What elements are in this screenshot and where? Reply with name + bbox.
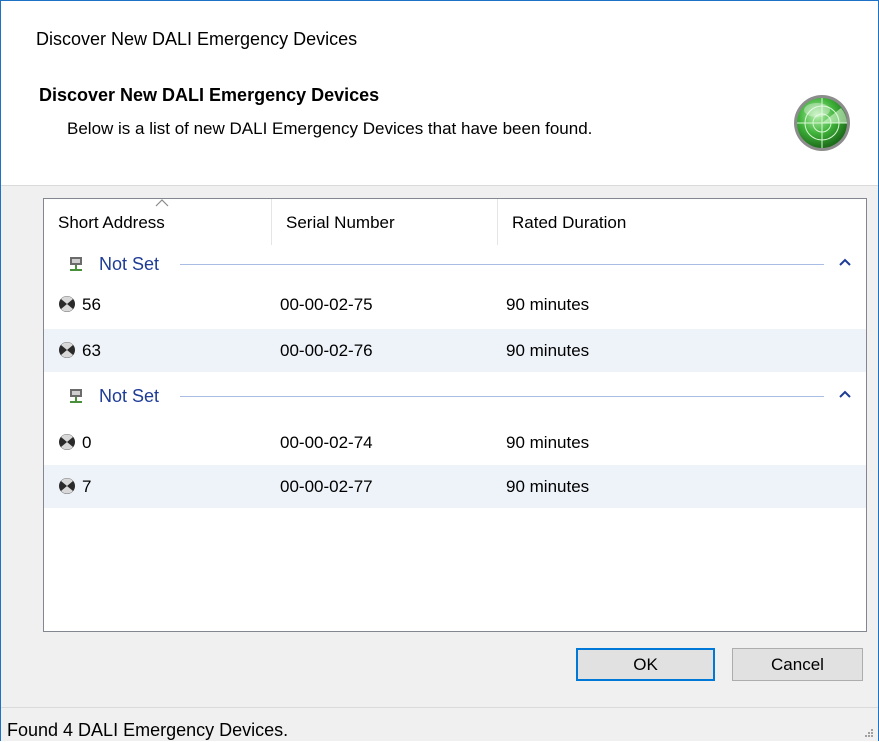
dialog-window: Discover New DALI Emergency Devices Disc… — [0, 0, 879, 741]
emergency-device-icon — [59, 478, 75, 494]
status-text: Found 4 DALI Emergency Devices. — [7, 720, 289, 740]
title-bar[interactable]: Discover New DALI Emergency Devices — [1, 1, 878, 79]
table-row[interactable]: 7 00-00-02-77 90 minutes — [44, 465, 866, 508]
emergency-device-icon — [59, 296, 75, 312]
window-title: Discover New DALI Emergency Devices — [36, 29, 358, 49]
table-row[interactable]: 63 00-00-02-76 90 minutes — [44, 329, 866, 372]
status-bar: Found 4 DALI Emergency Devices. — [1, 707, 878, 741]
sort-ascending-icon — [155, 199, 169, 207]
chevron-up-icon[interactable] — [838, 389, 852, 399]
column-label: Serial Number — [286, 213, 395, 232]
serial-number-cell: 00-00-02-75 — [280, 295, 373, 314]
emergency-device-icon — [59, 434, 75, 450]
group-header[interactable]: Not Set — [44, 245, 866, 283]
column-header: Short Address Serial Number Rated Durati… — [44, 199, 866, 245]
device-list[interactable]: Short Address Serial Number Rated Durati… — [43, 198, 867, 632]
table-row[interactable]: 56 00-00-02-75 90 minutes — [44, 283, 866, 326]
short-address-cell: 63 — [82, 341, 101, 360]
rated-duration-cell: 90 minutes — [506, 433, 590, 452]
short-address-cell: 0 — [82, 433, 92, 452]
group-divider — [180, 396, 824, 397]
radar-icon — [794, 95, 850, 151]
serial-number-cell: 00-00-02-76 — [280, 341, 373, 360]
emergency-device-icon — [59, 342, 75, 358]
header-description: Below is a list of new DALI Emergency De… — [67, 119, 593, 138]
group-label: Not Set — [99, 254, 160, 274]
serial-number-cell: 00-00-02-77 — [280, 477, 373, 496]
serial-number-cell: 00-00-02-74 — [280, 433, 373, 452]
table-row[interactable]: 0 00-00-02-74 90 minutes — [44, 421, 866, 464]
column-label: Short Address — [58, 213, 165, 232]
rated-duration-cell: 90 minutes — [506, 341, 590, 360]
short-address-cell: 7 — [82, 477, 92, 496]
column-label: Rated Duration — [512, 213, 627, 232]
group-header[interactable]: Not Set — [44, 377, 866, 415]
network-icon — [70, 389, 82, 403]
column-serial-number[interactable]: Serial Number — [272, 199, 498, 245]
column-short-address[interactable]: Short Address — [44, 199, 272, 245]
group-divider — [180, 264, 824, 265]
column-rated-duration[interactable]: Rated Duration — [498, 199, 866, 245]
wizard-header: Discover New DALI Emergency Devices Belo… — [1, 79, 878, 186]
resize-grip-icon[interactable] — [864, 728, 874, 738]
network-icon — [70, 257, 82, 271]
rated-duration-cell: 90 minutes — [506, 295, 590, 314]
ok-button[interactable]: OK — [576, 648, 715, 681]
chevron-up-icon[interactable] — [838, 257, 852, 267]
rated-duration-cell: 90 minutes — [506, 477, 590, 496]
header-title: Discover New DALI Emergency Devices — [39, 85, 380, 105]
group-label: Not Set — [99, 386, 160, 406]
cancel-button[interactable]: Cancel — [732, 648, 863, 681]
short-address-cell: 56 — [82, 295, 101, 314]
